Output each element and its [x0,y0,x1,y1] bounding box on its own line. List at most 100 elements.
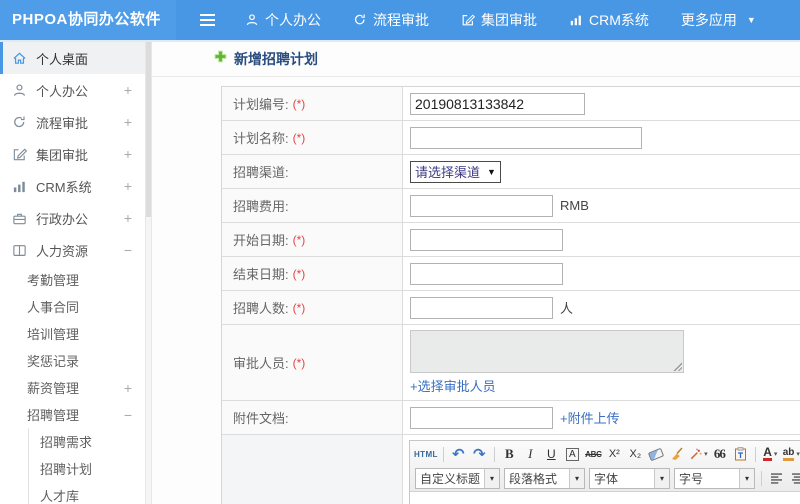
expand-plus-icon[interactable]: + [124,178,132,194]
editor-content-area[interactable] [410,492,800,504]
expand-plus-icon[interactable]: + [124,380,132,396]
sidebar-item-training[interactable]: 培训管理 [0,320,145,347]
user-icon [245,13,259,27]
sidebar-scrollbar[interactable] [145,42,152,504]
font-size-select[interactable]: 字号 ▾ [674,467,756,489]
magic-wand-icon [690,448,702,459]
main-content: 新增招聘计划 计划编号: (*) 计划名称: (*) 招聘渠道: [152,42,800,504]
bold-button[interactable]: B [500,444,519,464]
plan-number-input[interactable] [410,92,585,115]
align-left-button[interactable] [767,468,786,488]
expand-plus-icon[interactable]: + [124,146,132,162]
sidebar-item-personal-office[interactable]: 个人办公 + [0,74,145,106]
recruit-cost-input[interactable] [410,194,553,217]
sidebar-item-hr[interactable]: 人力资源 − [0,234,145,266]
start-date-input[interactable] [410,228,563,251]
expand-plus-icon[interactable]: + [124,210,132,226]
required-mark: (*) [292,300,306,315]
sidebar-item-crm[interactable]: CRM系统 + [0,170,145,202]
paste-text-button[interactable] [731,444,750,464]
paragraph-format-select[interactable]: 段落格式 ▾ [504,467,586,489]
required-mark: (*) [292,355,306,370]
topnav-more-apps[interactable]: 更多应用 ▼ [681,10,756,30]
caret-down-icon: ▾ [796,451,800,458]
expand-plus-icon[interactable]: + [124,82,132,98]
end-date-input[interactable] [410,262,563,285]
approvers-textarea[interactable] [410,330,684,373]
subscript-button[interactable]: X₂ [626,444,645,464]
expand-plus-icon[interactable]: + [124,114,132,130]
form-row-start-date: 开始日期: (*) [222,223,800,257]
char-border-button[interactable]: A [563,444,582,464]
topnav-crm[interactable]: CRM系统 [569,10,649,30]
align-center-button[interactable] [788,468,800,488]
sidebar-item-attendance[interactable]: 考勤管理 [0,266,145,293]
edit-icon [12,147,27,162]
headcount-suffix: 人 [560,301,574,316]
topnav-group-approval[interactable]: 集团审批 [461,10,537,30]
sidebar-item-recruit-mgmt[interactable]: 招聘管理 − [0,401,145,428]
select-approvers-link[interactable]: +选择审批人员 [410,376,496,395]
sidebar-item-salary[interactable]: 薪资管理 + [0,374,145,401]
topnav-personal-office[interactable]: 个人办公 [245,10,321,30]
caret-down-icon: ▾ [773,451,778,458]
page-title: 新增招聘计划 [234,51,318,67]
auto-typeset-button[interactable]: ▾ [689,444,708,464]
strikethrough-button[interactable]: ABC [584,444,603,464]
required-mark: (*) [292,266,306,281]
required-mark: (*) [292,232,306,247]
highlight-color-button[interactable]: ab ▾ [782,444,800,464]
remove-format-button[interactable] [647,444,666,464]
form-row-plan-number: 计划编号: (*) [222,87,800,121]
sidebar-toggle-icon[interactable] [200,14,215,26]
rich-text-editor: HTML ↶ ↷ B I U A ABC X² X₂ ▾ 66 A ▾ ab ▾… [409,440,800,504]
form-row-attachment: 附件文档: +附件上传 [222,401,800,435]
sidebar-item-hr-contract[interactable]: 人事合同 [0,293,145,320]
briefcase-icon [12,211,27,226]
form-row-plan-name: 计划名称: (*) [222,121,800,155]
sidebar-item-recruit-demand[interactable]: 招聘需求 [29,428,145,455]
heading-select[interactable]: 自定义标题 ▾ [415,467,501,489]
sidebar-item-recruit-plan[interactable]: 招聘计划 [29,455,145,482]
font-color-button[interactable]: A ▾ [761,444,780,464]
channel-select[interactable]: 请选择渠道 ▼ [410,160,501,183]
add-plus-icon [214,50,227,68]
sidebar-item-rewards[interactable]: 奖惩记录 [0,347,145,374]
form-row-approvers: 审批人员: (*) +选择审批人员 [222,325,800,401]
app-window: PHPOA协同办公软件 个人办公 流程审批 集团审批 CRM系统 更多应用 ▼ … [0,0,800,504]
html-source-button[interactable]: HTML [414,444,438,464]
select-arrow-icon: ▾ [739,468,755,488]
scrollbar-thumb[interactable] [146,42,151,217]
plan-name-input[interactable] [410,126,642,149]
attachment-upload-link[interactable]: +附件上传 [560,408,620,427]
font-family-select[interactable]: 字体 ▾ [589,467,671,489]
underline-button[interactable]: U [542,444,561,464]
redo-button[interactable]: ↷ [470,444,489,464]
attachment-input[interactable] [410,406,553,429]
sidebar-item-workflow-approval[interactable]: 流程审批 + [0,106,145,138]
topnav-workflow-approval[interactable]: 流程审批 [353,10,429,30]
headcount-input[interactable] [410,296,553,319]
recruitment-plan-form: 计划编号: (*) 计划名称: (*) 招聘渠道: 请选择渠道 [221,86,800,504]
format-painter-button[interactable] [668,444,687,464]
select-arrow-icon: ▼ [487,166,496,177]
workflow-arrow-icon [353,13,367,27]
user-icon [12,83,27,98]
italic-button[interactable]: I [521,444,540,464]
sidebar-item-admin-office[interactable]: 行政办公 + [0,202,145,234]
sidebar-item-talent-pool[interactable]: 人才库 [29,482,145,504]
caret-down-icon: ▼ [746,14,756,25]
align-center-icon [792,472,800,484]
editor-toolbar-row-1: HTML ↶ ↷ B I U A ABC X² X₂ ▾ 66 A ▾ ab ▾ [413,442,800,466]
form-row-end-date: 结束日期: (*) [222,257,800,291]
workflow-arrow-icon [12,115,27,130]
resize-handle[interactable] [673,362,682,371]
blockquote-button[interactable]: 66 [710,444,729,464]
align-left-icon [771,472,783,484]
undo-button[interactable]: ↶ [449,444,468,464]
expand-minus-icon[interactable]: − [124,242,132,258]
sidebar-item-group-approval[interactable]: 集团审批 + [0,138,145,170]
expand-minus-icon[interactable]: − [124,407,132,423]
sidebar-item-desktop[interactable]: 个人桌面 [0,42,145,74]
superscript-button[interactable]: X² [605,444,624,464]
